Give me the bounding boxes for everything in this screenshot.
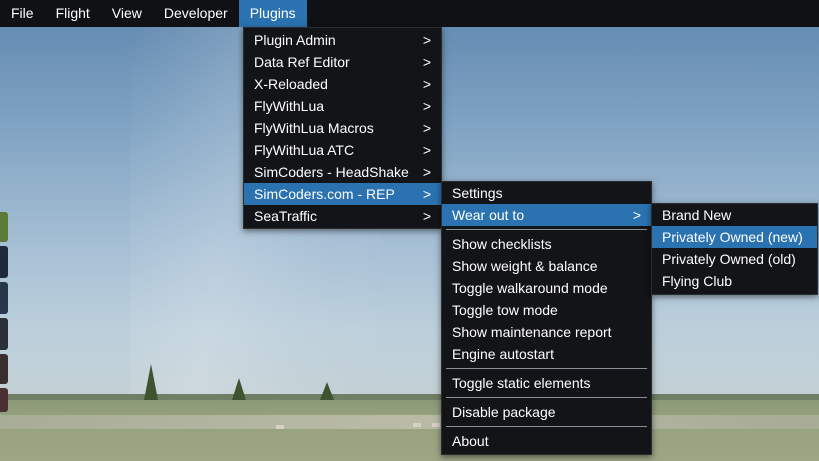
menu-item-label: Wear out to [452,207,525,223]
menu-item-simcoders-rep[interactable]: SimCoders.com - REP > [244,183,441,205]
menu-item-data-ref-editor[interactable]: Data Ref Editor > [244,51,441,73]
chevron-right-icon: > [422,54,431,70]
chevron-right-icon: > [422,186,431,202]
menu-item-disable-package[interactable]: Disable package [442,401,651,423]
menu-item-label: Privately Owned (old) [662,251,796,267]
menu-item-label: SimCoders - HeadShake [254,164,409,180]
menu-item-label: Engine autostart [452,346,554,362]
side-widget[interactable] [0,212,8,242]
menu-file[interactable]: File [0,0,45,27]
menu-separator [446,397,647,398]
menu-item-seatraffic[interactable]: SeaTraffic > [244,205,441,227]
side-widget[interactable] [0,282,8,314]
chevron-right-icon: > [422,164,431,180]
menu-item-engine-autostart[interactable]: Engine autostart [442,343,651,365]
rep-submenu: Settings Wear out to > Show checklists S… [441,181,652,455]
tree [320,382,334,400]
menu-item-label: Settings [452,185,503,201]
menu-item-label: About [452,433,489,449]
menu-item-label: FlyWithLua ATC [254,142,355,158]
grass-field [0,400,819,461]
menu-item-label: Disable package [452,404,556,420]
menu-bar: File Flight View Developer Plugins [0,0,819,27]
side-widget[interactable] [0,388,8,412]
menu-item-label: Data Ref Editor [254,54,350,70]
menu-item-flywithlua[interactable]: FlyWithLua > [244,95,441,117]
menu-item-maintenance-report[interactable]: Show maintenance report [442,321,651,343]
menu-item-label: Toggle tow mode [452,302,558,318]
menu-separator [446,426,647,427]
menu-item-flywithlua-macros[interactable]: FlyWithLua Macros > [244,117,441,139]
menu-item-toggle-walkaround[interactable]: Toggle walkaround mode [442,277,651,299]
menu-item-flying-club[interactable]: Flying Club [652,270,817,292]
chevron-right-icon: > [422,120,431,136]
side-widget[interactable] [0,318,8,350]
menu-item-label: X-Reloaded [254,76,328,92]
menu-item-wear-out-to[interactable]: Wear out to > [442,204,651,226]
menu-item-show-checklists[interactable]: Show checklists [442,233,651,255]
chevron-right-icon: > [422,76,431,92]
menu-item-show-weight-balance[interactable]: Show weight & balance [442,255,651,277]
runway-strip [0,415,819,429]
menu-item-label: Flying Club [662,273,733,289]
chevron-right-icon: > [422,142,431,158]
tree [144,364,158,400]
chevron-right-icon: > [632,207,641,223]
menu-item-label: Toggle static elements [452,375,591,391]
menu-item-plugin-admin[interactable]: Plugin Admin > [244,29,441,51]
menu-item-label: SeaTraffic [254,208,318,224]
chevron-right-icon: > [422,208,431,224]
menu-item-label: Show weight & balance [452,258,598,274]
menu-item-flywithlua-atc[interactable]: FlyWithLua ATC > [244,139,441,161]
menu-item-label: Show maintenance report [452,324,612,340]
menu-item-label: FlyWithLua Macros [254,120,374,136]
menu-item-toggle-static[interactable]: Toggle static elements [442,372,651,394]
runway-marker [413,423,421,427]
side-widget-strip [0,212,8,412]
menu-item-toggle-tow[interactable]: Toggle tow mode [442,299,651,321]
menu-item-brand-new[interactable]: Brand New [652,204,817,226]
menu-item-label: Plugin Admin [254,32,336,48]
runway-marker [432,423,440,427]
side-widget[interactable] [0,354,8,384]
menu-item-x-reloaded[interactable]: X-Reloaded > [244,73,441,95]
wear-out-submenu: Brand New Privately Owned (new) Privatel… [651,203,818,295]
plugins-menu: Plugin Admin > Data Ref Editor > X-Reloa… [243,27,442,229]
menu-item-label: SimCoders.com - REP [254,186,395,202]
menu-developer[interactable]: Developer [153,0,239,27]
menu-plugins[interactable]: Plugins [238,0,307,27]
menu-item-privately-owned-new[interactable]: Privately Owned (new) [652,226,817,248]
menu-item-label: Brand New [662,207,732,223]
menu-item-label: Toggle walkaround mode [452,280,608,296]
menu-separator [446,368,647,369]
chevron-right-icon: > [422,98,431,114]
chevron-right-icon: > [422,32,431,48]
menu-item-about[interactable]: About [442,430,651,452]
menu-item-label: Privately Owned (new) [662,229,803,245]
menu-item-privately-owned-old[interactable]: Privately Owned (old) [652,248,817,270]
side-widget[interactable] [0,246,8,278]
menu-flight[interactable]: Flight [45,0,101,27]
runway-marker [276,425,284,429]
menu-view[interactable]: View [101,0,153,27]
menu-item-label: Show checklists [452,236,552,252]
menu-separator [446,229,647,230]
tree [232,378,246,400]
menu-item-label: FlyWithLua [254,98,325,114]
menu-item-simcoders-headshake[interactable]: SimCoders - HeadShake > [244,161,441,183]
menu-item-settings[interactable]: Settings [442,182,651,204]
